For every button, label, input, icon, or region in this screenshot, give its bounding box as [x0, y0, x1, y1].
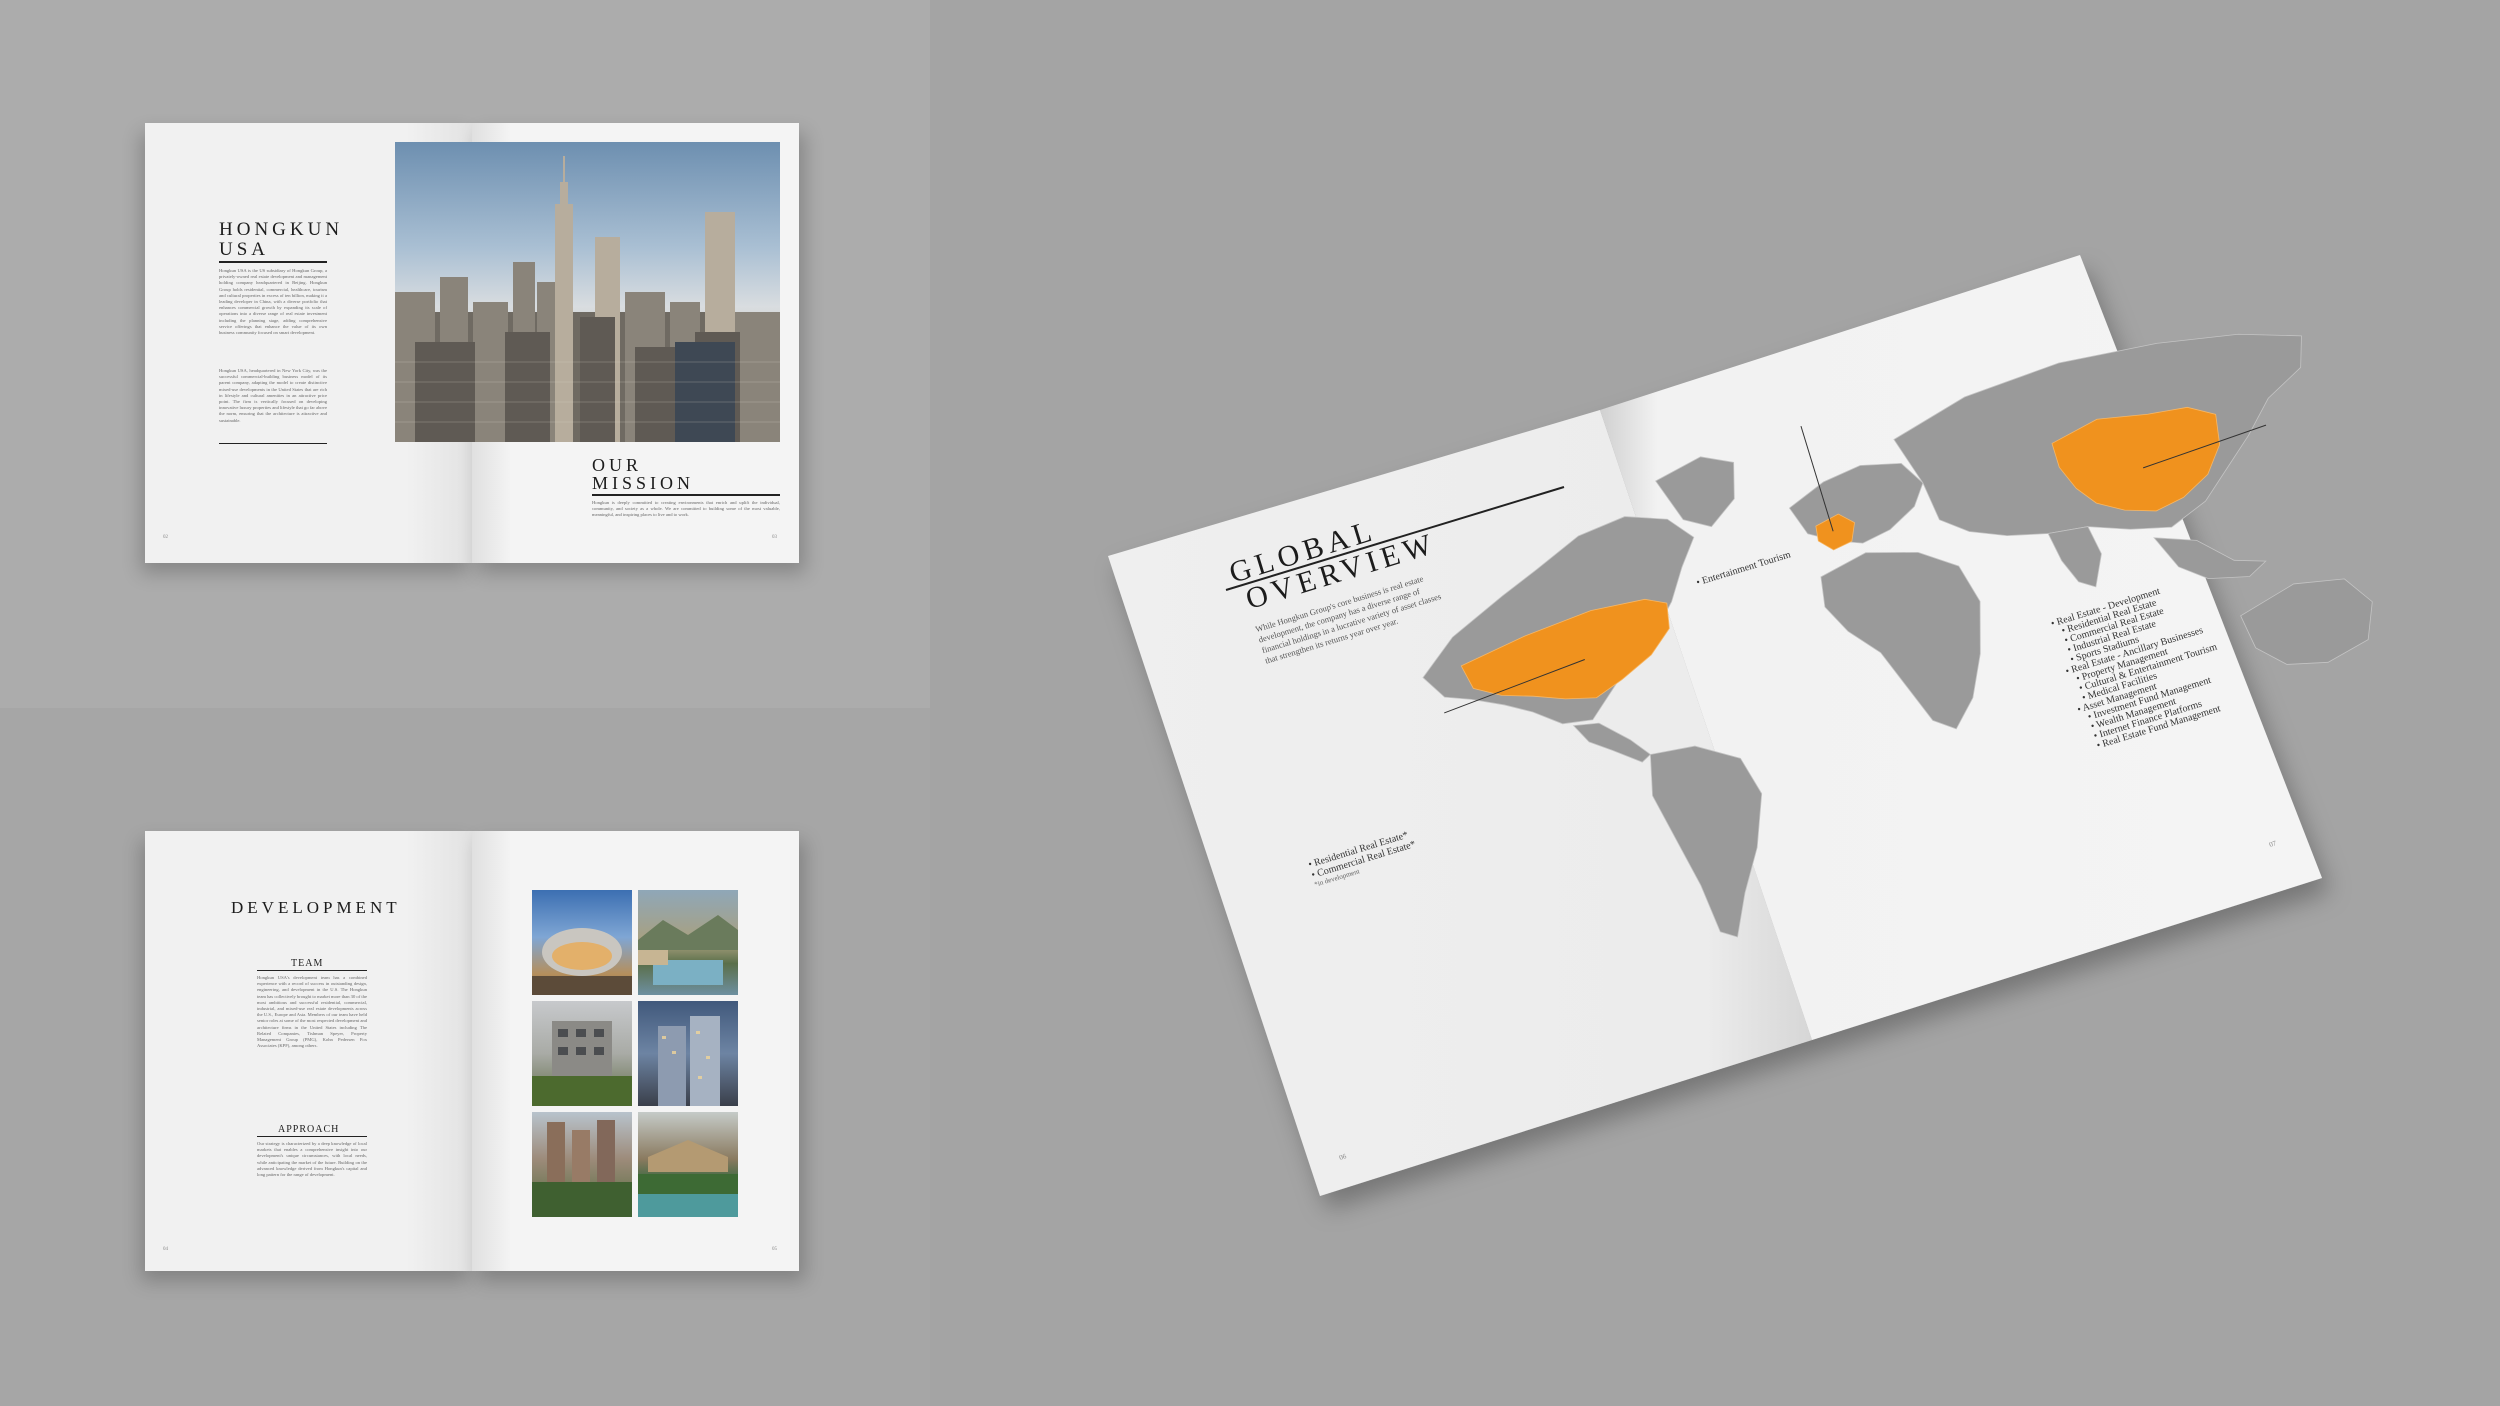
development-photo-apartment-garden	[532, 1112, 632, 1217]
city-skyline-photo	[395, 142, 780, 442]
development-photo-stadium	[532, 890, 632, 995]
hongkun-title-rule	[219, 261, 327, 263]
page-number-right: 05	[772, 1247, 777, 1252]
mission-text: Hongkun is deeply committed to creating …	[592, 500, 780, 518]
hongkun-body-p1: Hongkun USA is the US subsidiary of Hong…	[219, 268, 327, 336]
mission-rule	[592, 494, 780, 496]
approach-heading: APPROACH	[278, 1124, 340, 1135]
page-number-right: 03	[772, 535, 777, 540]
page-development-right: 05	[472, 831, 799, 1271]
development-photo-lakeside-villa	[638, 1112, 738, 1217]
mission-title-line2: MISSION	[592, 473, 695, 493]
hongkun-body-p2: Hongkun USA, headquartered in New York C…	[219, 368, 327, 423]
mockup-panel-global-overview: 06 07 GLOBAL OVERVIEW While Hongkun Grou…	[930, 0, 2500, 1406]
hongkun-title-line1: HONGKUN	[219, 219, 344, 240]
development-title: DEVELOPMENT	[231, 898, 401, 917]
page-number-left: 04	[163, 1247, 168, 1252]
team-rule	[257, 970, 367, 971]
mission-title-line1: OUR	[592, 455, 643, 475]
page-number-left: 02	[163, 535, 168, 540]
approach-text: Our strategy is characterized by a deep …	[257, 1141, 367, 1178]
map-australia	[2240, 578, 2373, 665]
team-heading: TEAM	[291, 958, 324, 969]
development-photo-residential-block	[532, 1001, 632, 1106]
team-text: Hongkun USA's development team has a com…	[257, 975, 367, 1049]
development-photo-resort-pool	[638, 890, 738, 995]
mockup-panel-hongkun: HONGKUN USA Hongkun USA is the US subsid…	[0, 0, 930, 708]
hongkun-title-line2: USA	[219, 239, 270, 260]
page-development-left: DEVELOPMENT TEAM Hongkun USA's developme…	[145, 831, 472, 1271]
hongkun-body-rule	[219, 443, 327, 444]
development-photo-towers-dusk	[638, 1001, 738, 1106]
mockup-panel-development: DEVELOPMENT TEAM Hongkun USA's developme…	[0, 708, 930, 1406]
approach-rule	[257, 1136, 367, 1137]
global-overview-brochure: 06 07	[1108, 255, 2373, 1196]
